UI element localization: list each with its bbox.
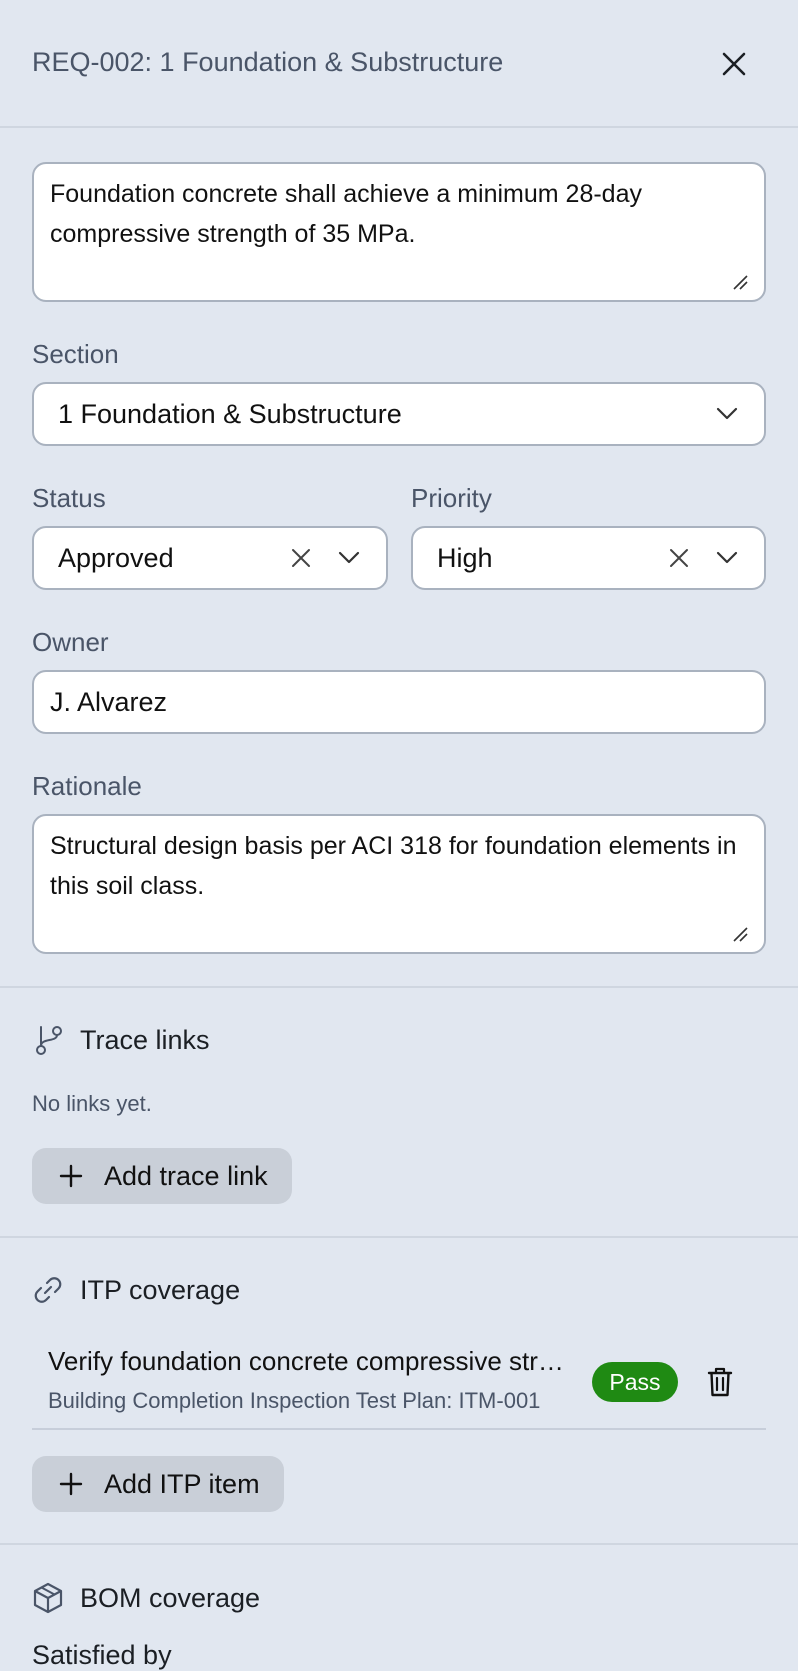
package-icon (32, 1582, 64, 1614)
chevron-down-icon (712, 399, 742, 429)
section-select[interactable]: 1 Foundation & Substructure (32, 382, 766, 446)
owner-input[interactable]: J. Alvarez (32, 670, 766, 734)
delete-itp-item-button[interactable] (702, 1364, 738, 1400)
itp-item-title: Verify foundation concrete compressive s… (48, 1346, 568, 1376)
clear-priority-icon[interactable] (664, 543, 694, 573)
trace-links-header: Trace links (32, 1024, 210, 1056)
bom-coverage-title: BOM coverage (80, 1582, 261, 1613)
rationale-textarea[interactable]: Structural design basis per ACI 318 for … (32, 814, 766, 954)
itp-item-row[interactable]: Verify foundation concrete compressive s… (32, 1330, 766, 1430)
priority-select[interactable]: High (411, 526, 766, 590)
bom-coverage-header: BOM coverage (32, 1582, 260, 1614)
plus-icon (56, 1161, 86, 1191)
link-icon (32, 1274, 64, 1306)
add-trace-link-button[interactable]: Add trace link (32, 1148, 292, 1204)
status-badge: Pass (592, 1362, 678, 1402)
status-select[interactable]: Approved (32, 526, 388, 590)
clear-status-icon[interactable] (286, 543, 316, 573)
trace-links-empty: No links yet. (32, 1091, 152, 1116)
rationale-label: Rationale (32, 771, 142, 801)
panel-header: REQ-002: 1 Foundation & Substructure (0, 0, 798, 128)
statement-text: Foundation concrete shall achieve a mini… (50, 180, 642, 248)
add-itp-item-button[interactable]: Add ITP item (32, 1456, 284, 1512)
priority-label: Priority (411, 483, 492, 513)
git-branch-icon (32, 1024, 64, 1056)
itp-item-subtitle: Building Completion Inspection Test Plan… (48, 1388, 541, 1413)
panel-title: REQ-002: 1 Foundation & Substructure (32, 47, 504, 77)
trace-links-title: Trace links (80, 1024, 210, 1055)
status-value: Approved (58, 542, 174, 573)
chevron-down-icon (334, 543, 364, 573)
add-trace-link-label: Add trace link (104, 1160, 268, 1191)
resize-grip-icon[interactable] (732, 926, 748, 942)
chevron-down-icon (712, 543, 742, 573)
satisfied-by-label: Satisfied by (32, 1640, 172, 1670)
priority-value: High (437, 542, 493, 573)
close-button[interactable] (714, 44, 754, 84)
trash-icon (707, 1367, 733, 1397)
rationale-text: Structural design basis per ACI 318 for … (50, 832, 737, 900)
plus-icon (56, 1469, 86, 1499)
divider (0, 1236, 798, 1238)
owner-label: Owner (32, 627, 109, 657)
itp-coverage-title: ITP coverage (80, 1274, 241, 1305)
section-label: Section (32, 339, 119, 369)
owner-value: J. Alvarez (50, 686, 168, 717)
add-itp-item-label: Add ITP item (104, 1468, 260, 1499)
divider (0, 1543, 798, 1545)
section-value: 1 Foundation & Substructure (58, 398, 402, 429)
statement-textarea[interactable]: Foundation concrete shall achieve a mini… (32, 162, 766, 302)
close-icon (722, 52, 746, 76)
resize-grip-icon[interactable] (732, 274, 748, 290)
divider (0, 986, 798, 988)
itp-coverage-header: ITP coverage (32, 1274, 240, 1306)
status-label: Status (32, 483, 106, 513)
